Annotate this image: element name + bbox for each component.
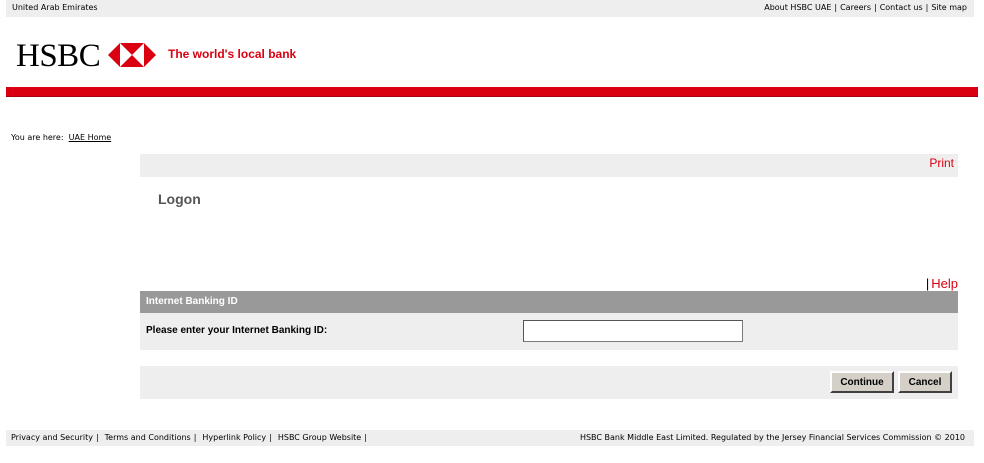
help-link[interactable]: Help	[931, 276, 958, 291]
careers-link[interactable]: Careers	[840, 3, 871, 12]
section-header: Internet Banking ID	[140, 291, 958, 313]
page-title: Logon	[158, 191, 201, 207]
footer-links: Privacy and Security | Terms and Condition…	[11, 433, 373, 442]
about-link[interactable]: About HSBC UAE	[764, 3, 831, 12]
separator: |	[269, 433, 272, 442]
separator: |	[364, 433, 367, 442]
separator: |	[874, 3, 877, 12]
country-label: United Arab Emirates	[12, 3, 98, 12]
separator: |	[925, 3, 929, 12]
top-utility-bar: United Arab Emirates About HSBC UAE | Care…	[6, 0, 974, 17]
cancel-button[interactable]: Cancel	[898, 371, 952, 393]
print-link[interactable]: Print	[929, 156, 954, 170]
section-title: Internet Banking ID	[146, 296, 238, 307]
breadcrumb-prefix: You are here:	[11, 133, 64, 142]
hsbc-group-website-link[interactable]: HSBC Group Website	[278, 433, 361, 442]
separator: |	[834, 3, 838, 12]
footer: Privacy and Security | Terms and Condition…	[6, 430, 974, 446]
regulatory-note: HSBC Bank Middle East Limited. Regulated…	[579, 433, 965, 442]
help-separator: |	[925, 276, 930, 291]
print-bar: Print	[140, 154, 958, 177]
hyperlink-policy-link[interactable]: Hyperlink Policy	[202, 433, 266, 442]
privacy-security-link[interactable]: Privacy and Security	[11, 433, 93, 442]
header-red-bar	[6, 87, 978, 97]
internet-banking-id-label: Please enter your Internet Banking ID:	[146, 325, 328, 336]
separator: |	[193, 433, 197, 442]
button-row: Continue Cancel	[140, 366, 958, 399]
hsbc-logo-text[interactable]: HSBC	[16, 38, 101, 74]
help-area: | Help	[926, 276, 958, 291]
continue-button[interactable]: Continue	[830, 371, 894, 393]
top-links: About HSBC UAE | Careers | Contact us | Site m…	[764, 3, 967, 12]
site-map-link[interactable]: Site map	[931, 3, 967, 12]
terms-conditions-link[interactable]: Terms and Conditions	[105, 433, 191, 442]
tagline: The world's local bank	[168, 47, 297, 61]
site-header: HSBC The world's local bank	[6, 17, 978, 87]
hsbc-hexagon-icon[interactable]	[108, 42, 156, 68]
internet-banking-id-input[interactable]	[523, 320, 743, 342]
breadcrumb-home-link[interactable]: UAE Home	[69, 133, 112, 142]
breadcrumb: You are here: UAE Home	[11, 133, 111, 142]
contact-us-link[interactable]: Contact us	[880, 3, 923, 12]
form-row: Please enter your Internet Banking ID:	[140, 313, 958, 350]
separator: |	[95, 433, 99, 442]
